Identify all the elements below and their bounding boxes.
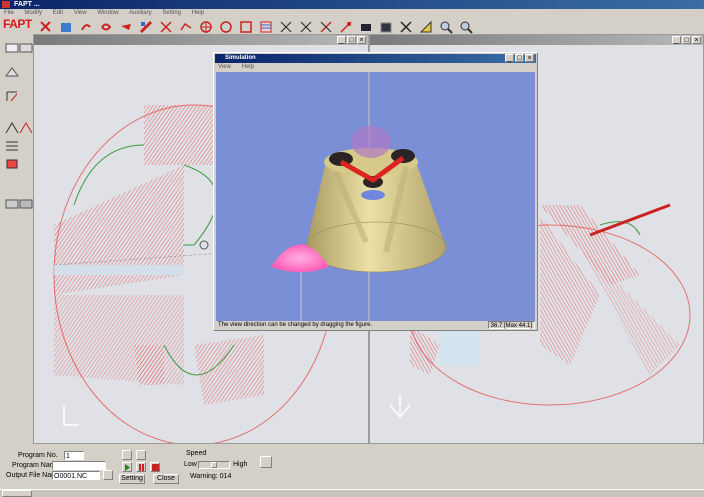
menu-modify[interactable]: Modify [24, 10, 42, 16]
menu-file[interactable]: File [4, 10, 14, 16]
maximize-icon[interactable]: □ [682, 36, 691, 44]
close-icon[interactable]: × [525, 54, 534, 62]
speed-slider-thumb[interactable] [211, 462, 217, 468]
simulation-title: Simulation [225, 55, 256, 61]
setting-button[interactable]: Setting [119, 474, 145, 484]
app-title-bar: FAPT ... [0, 0, 704, 9]
maximize-icon[interactable]: □ [347, 36, 356, 44]
step-icon[interactable] [122, 450, 132, 460]
simulation-controls: _ □ × [505, 54, 534, 62]
viewport-left-titlebar [34, 35, 368, 45]
high-label: High [233, 461, 248, 468]
print-icon[interactable] [260, 456, 272, 468]
minimize-icon[interactable]: _ [505, 54, 514, 62]
start-button[interactable] [2, 490, 32, 497]
app-title: FAPT ... [14, 1, 40, 8]
taskbar [0, 489, 704, 497]
warning-text: Warning: 014 [190, 473, 232, 480]
browse-icon[interactable] [103, 470, 113, 480]
menu-auxiliary[interactable]: Auxiliary [129, 10, 152, 16]
stop-icon[interactable] [150, 462, 160, 472]
speed-slider[interactable] [198, 461, 230, 469]
sim-menu-help[interactable]: Help [242, 64, 254, 70]
simulation-status-bar: The view direction can be changed by dra… [216, 321, 535, 329]
viewport-right-titlebar [370, 35, 703, 45]
solid-model [271, 72, 447, 321]
app-icon [2, 1, 10, 8]
left-toolbar [0, 34, 33, 444]
close-icon[interactable]: × [357, 36, 366, 44]
program-no-label: Program No. [18, 452, 58, 459]
menu-window[interactable]: Window [97, 10, 118, 16]
main-toolbar: FAPT [0, 17, 704, 34]
menu-bar: File Modify Edit View Window Auxiliary S… [0, 9, 704, 17]
menu-edit[interactable]: Edit [53, 10, 63, 16]
maximize-icon[interactable]: □ [515, 54, 524, 62]
sim-menu-view[interactable]: View [218, 64, 231, 70]
camera-icon[interactable] [136, 450, 146, 460]
low-label: Low [184, 461, 197, 468]
program-name-input[interactable] [52, 461, 106, 470]
minimize-icon[interactable]: _ [672, 36, 681, 44]
thread-icon[interactable] [2, 136, 21, 155]
output-file-input[interactable]: O0001.NC [52, 471, 100, 480]
hole-icon[interactable] [2, 86, 21, 105]
simulation-window[interactable]: Simulation _ □ × View Help The view dire… [213, 52, 538, 331]
minimize-icon[interactable]: _ [337, 36, 346, 44]
simulation-menu: View Help [218, 63, 263, 71]
simulation-canvas[interactable] [216, 72, 535, 321]
edit-icon[interactable] [2, 154, 21, 173]
viewport-left-controls: _ □ × [337, 36, 366, 44]
pause-icon[interactable] [136, 462, 146, 472]
face-icon[interactable] [2, 62, 21, 81]
simulation-titlebar: Simulation [215, 54, 536, 63]
simulation-status-value: 36.7 [Max 44.1] [487, 321, 535, 329]
viewport-right-controls: _ □ × [672, 36, 701, 44]
program-no-input[interactable]: 1 [64, 451, 84, 460]
fapt-logo: FAPT [3, 17, 32, 31]
menu-setting[interactable]: Setting [162, 10, 181, 16]
bottom-panel: Program No. 1 Program Name Output File N… [0, 444, 704, 489]
close-icon[interactable]: × [692, 36, 701, 44]
close-button[interactable]: Close [153, 474, 179, 484]
play-icon[interactable] [122, 462, 132, 472]
simulation-status-text: The view direction can be changed by dra… [218, 322, 373, 328]
menu-help[interactable]: Help [192, 10, 204, 16]
menu-view[interactable]: View [74, 10, 87, 16]
speed-label: Speed [186, 450, 207, 457]
